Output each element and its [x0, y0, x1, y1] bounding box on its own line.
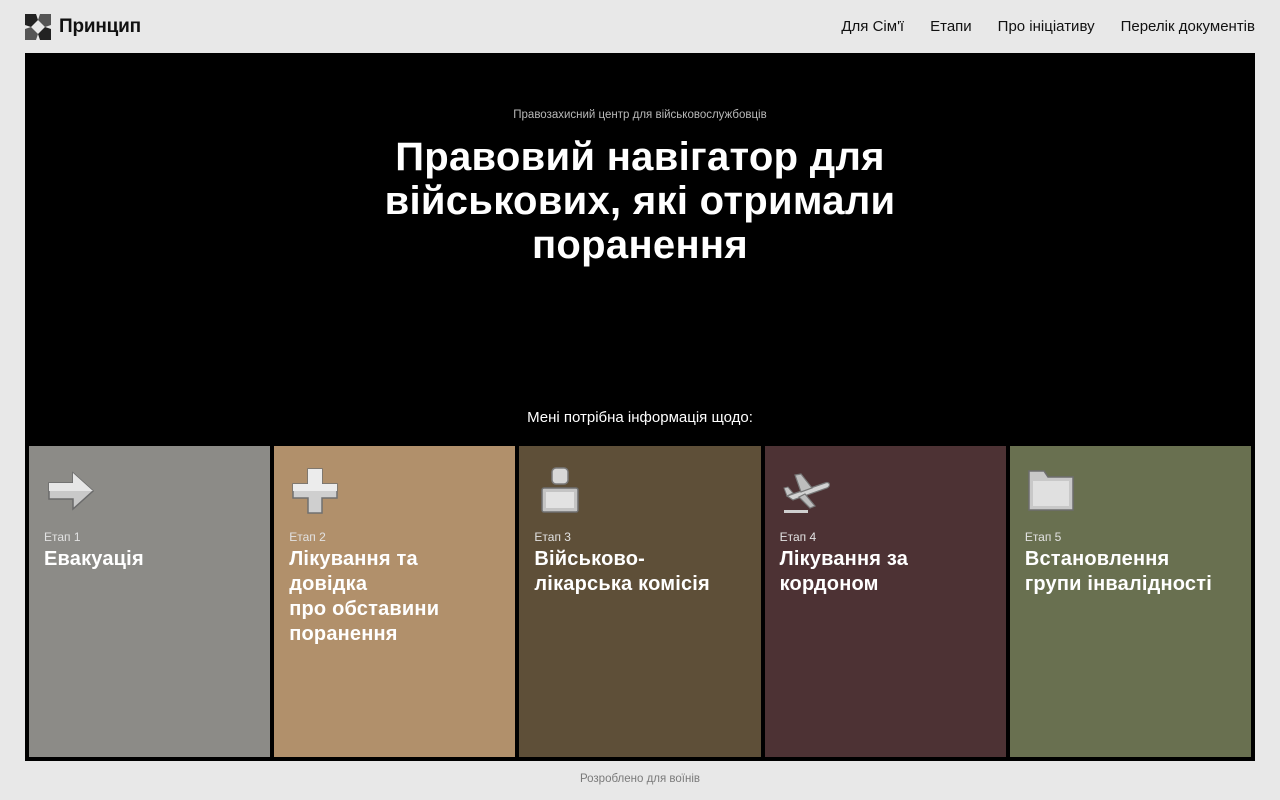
footer-note: Розроблено для воїнів [579, 773, 701, 785]
stage-cards: Етап 1 Евакуація Етап 2 Лікування та дов… [29, 446, 1252, 757]
stage-number: Етап 3 [534, 530, 571, 544]
stage-number: Етап 4 [779, 530, 817, 544]
info-prompt: Мені потрібна інформація щодо: [527, 409, 753, 426]
stage-card-medical-commission[interactable]: Етап 3 Військово- лікарська комісія [519, 446, 761, 757]
arrow-right-icon [48, 471, 95, 511]
logo-link[interactable]: Принцип [25, 14, 141, 40]
stage-title: Евакуація [44, 548, 144, 570]
airplane-icon [782, 473, 830, 513]
hero-eyebrow: Правозахисний центр для військовослужбов… [513, 109, 767, 121]
logo-mark-icon [25, 14, 51, 40]
logo-text: Принцип [59, 16, 141, 37]
stage-title: Лікування та довідка про обставини поран… [289, 548, 440, 645]
nav-link-stages[interactable]: Етапи [930, 17, 972, 37]
stage-title: Лікування за кордоном [779, 548, 909, 595]
nav-link-about[interactable]: Про ініціативу [998, 17, 1095, 37]
stage-number: Етап 1 [44, 530, 81, 544]
stage-number: Етап 5 [1024, 530, 1062, 544]
site-header: Принцип Для Сім'ї Етапи Про ініціативу П… [0, 0, 1280, 53]
stage-card-disability-group[interactable]: Етап 5 Встановлення групи інвалідності [1009, 446, 1252, 757]
nav-link-documents[interactable]: Перелік документів [1121, 17, 1255, 37]
stage-title: Встановлення групи інвалідності [1024, 548, 1213, 595]
folder-icon [1028, 470, 1074, 511]
page-title: Правовий навігатор для військових, які о… [384, 135, 896, 267]
hero-panel: Правозахисний центр для військовослужбов… [25, 53, 1255, 761]
person-icon [541, 467, 580, 513]
stage-card-treatment-abroad[interactable]: Етап 4 Лікування за кордоном [764, 446, 1006, 757]
nav-link-family[interactable]: Для Сім'ї [841, 17, 904, 37]
stage-number: Етап 2 [289, 530, 326, 544]
stage-card-treatment[interactable]: Етап 2 Лікування та довідка про обставин… [274, 446, 516, 757]
medical-cross-icon [292, 468, 338, 514]
stage-card-evacuation[interactable]: Етап 1 Евакуація [29, 446, 271, 757]
stage-title: Військово- лікарська комісія [534, 548, 710, 595]
main-nav: Для Сім'ї Етапи Про ініціативу Перелік д… [841, 17, 1255, 37]
